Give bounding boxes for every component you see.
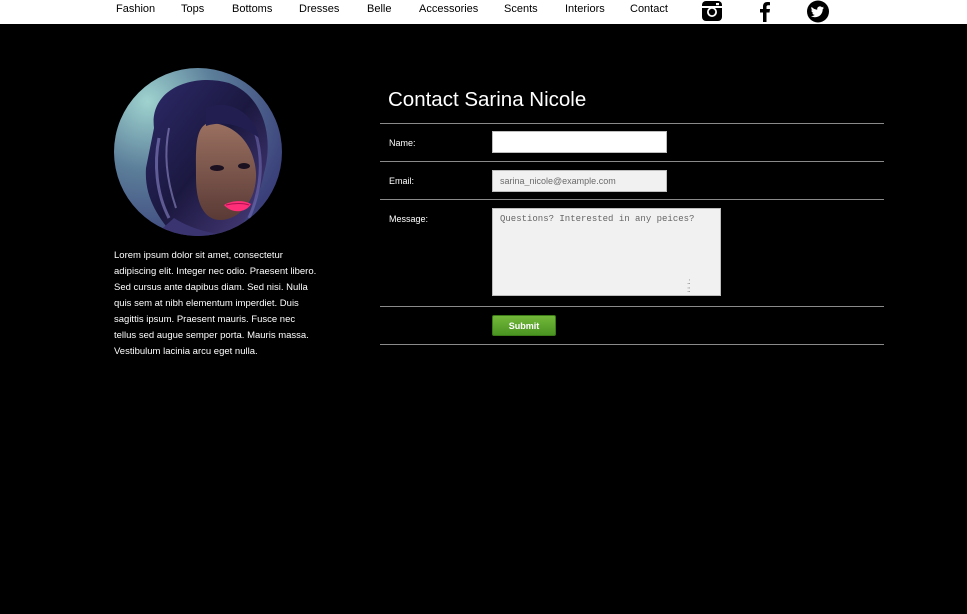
instagram-icon[interactable]: [700, 0, 724, 24]
profile-photo: [114, 68, 282, 236]
form-divider: [380, 344, 884, 345]
page-title: Contact Sarina Nicole: [388, 88, 587, 111]
nav-item-tops[interactable]: Tops: [181, 3, 204, 15]
resize-handle-icon[interactable]: .:::: [687, 278, 691, 294]
form-divider: [380, 123, 884, 124]
twitter-icon[interactable]: [806, 0, 830, 24]
nav-item-belle[interactable]: Belle: [367, 3, 391, 15]
message-label: Message:: [389, 214, 429, 224]
email-label: Email:: [389, 176, 415, 186]
nav-item-bottoms[interactable]: Bottoms: [232, 3, 272, 15]
nav-item-fashion[interactable]: Fashion: [116, 3, 155, 15]
top-navigation-bar: Fashion Tops Bottoms Dresses Belle Acces…: [0, 0, 967, 24]
nav-item-scents[interactable]: Scents: [504, 3, 538, 15]
nav-item-dresses[interactable]: Dresses: [299, 3, 339, 15]
nav-item-interiors[interactable]: Interiors: [565, 3, 605, 15]
form-divider: [380, 161, 884, 162]
submit-button[interactable]: Submit: [492, 315, 556, 336]
form-divider: [380, 199, 884, 200]
form-divider: [380, 306, 884, 307]
name-label: Name:: [389, 138, 416, 148]
email-field[interactable]: [492, 170, 667, 192]
profile-bio: Lorem ipsum dolor sit amet, consectetur …: [114, 250, 317, 357]
name-field[interactable]: [492, 131, 667, 153]
nav-item-contact[interactable]: Contact: [630, 3, 668, 15]
facebook-icon[interactable]: [753, 0, 777, 24]
nav-item-accessories[interactable]: Accessories: [419, 3, 478, 15]
